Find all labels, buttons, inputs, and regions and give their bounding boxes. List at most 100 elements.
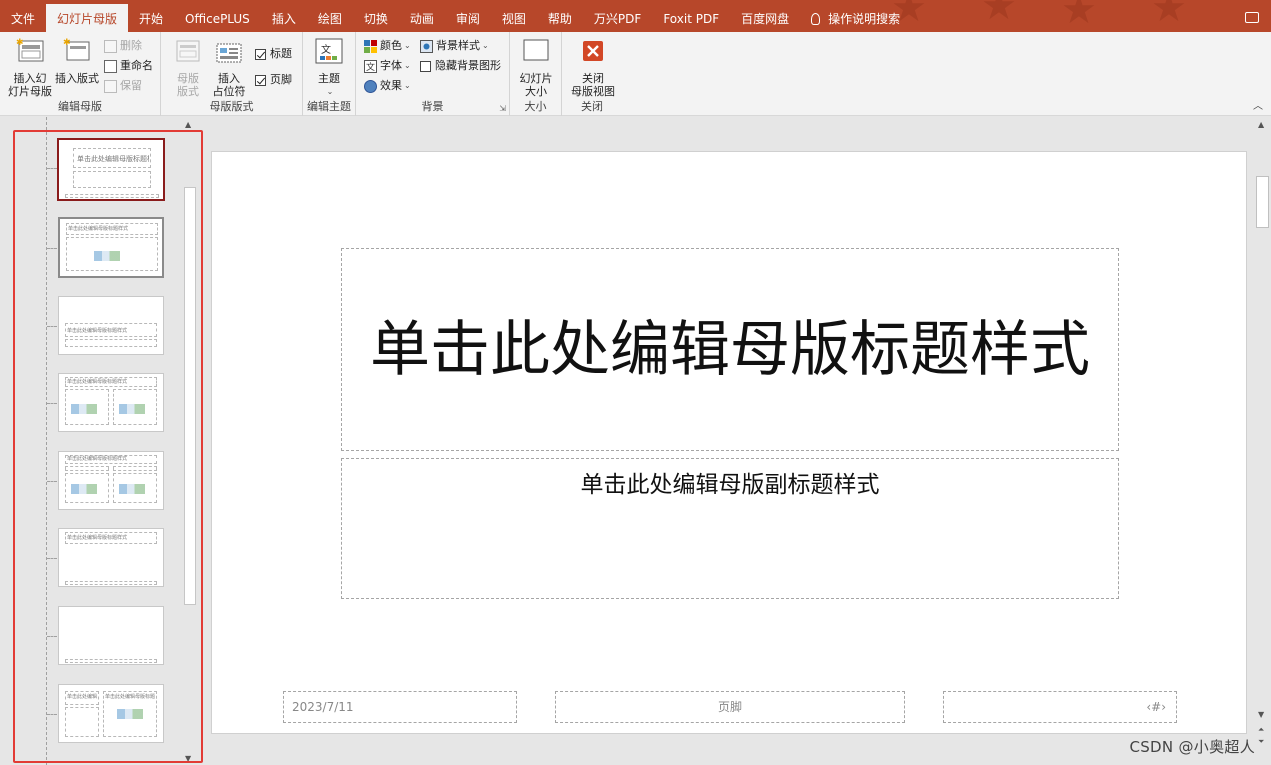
- title-checkbox[interactable]: 标题: [255, 46, 292, 62]
- watermark: CSDN @小奥超人: [1129, 738, 1255, 756]
- tab-baidu-netdisk[interactable]: 百度网盘: [730, 0, 800, 36]
- title-placeholder-text: 单击此处编辑母版标题样式: [370, 314, 1090, 385]
- next-slide-icon[interactable]: ⏷: [1258, 737, 1264, 747]
- slide-scrollbar-handle[interactable]: [1256, 176, 1269, 228]
- scroll-up-arrow-icon[interactable]: ▲: [185, 120, 191, 129]
- tab-help[interactable]: 帮助: [537, 0, 583, 36]
- themes-button[interactable]: 文 主题 ⌄: [309, 36, 349, 98]
- close-master-view-button[interactable]: 关闭 母版视图: [568, 36, 618, 98]
- thumbnail-scrollbar-handle[interactable]: [184, 187, 196, 605]
- tab-insert[interactable]: 插入: [261, 0, 307, 36]
- slide-number-placeholder[interactable]: ‹#›: [943, 691, 1177, 723]
- group-label-master-layout: 母版版式: [209, 100, 254, 113]
- thumbnail-slide-master[interactable]: 单击此处编辑母版标题样式: [57, 138, 165, 201]
- rename-button[interactable]: 重命名: [104, 58, 153, 74]
- master-layout-label: 母版 版式: [177, 72, 199, 98]
- delete-icon: [104, 39, 117, 53]
- subtitle-placeholder[interactable]: 单击此处编辑母版副标题样式: [341, 458, 1119, 599]
- insert-layout-button[interactable]: ✱ 插入版式: [54, 36, 100, 85]
- thumb-content-icons: [71, 484, 97, 494]
- thumbnail-layout-comparison[interactable]: 单击此处编辑母版标题样式: [58, 451, 164, 510]
- thumb-right-head: [113, 466, 157, 471]
- tell-me-label: 操作说明搜索: [828, 12, 901, 26]
- connector: [47, 481, 57, 482]
- thumb-subtitle-box: [73, 171, 151, 188]
- ribbon-display-options-icon[interactable]: [1245, 12, 1259, 23]
- thumbnail-pane: [0, 117, 204, 765]
- svg-text:✱: ✱: [16, 38, 24, 48]
- title-checkbox-label: 标题: [270, 47, 292, 60]
- tab-animations[interactable]: 动画: [399, 0, 445, 36]
- slide-vertical-scrollbar[interactable]: ▲ ▼ ⏶ ⏷: [1254, 117, 1271, 765]
- thumbnail-layout-blank[interactable]: [58, 606, 164, 665]
- insert-placeholder-button[interactable]: 插入 占位符: [208, 36, 250, 98]
- previous-slide-icon[interactable]: ⏶: [1258, 725, 1264, 735]
- subtitle-placeholder-text: 单击此处编辑母版副标题样式: [580, 472, 880, 498]
- thumb-content-icons: [119, 484, 145, 494]
- effects-icon: [364, 79, 377, 93]
- rename-label: 重命名: [120, 59, 153, 72]
- title-placeholder[interactable]: 单击此处编辑母版标题样式: [341, 248, 1119, 451]
- thumbnail-layout-title-only[interactable]: 单击此处编辑母版标题样式: [58, 528, 164, 587]
- effects-button[interactable]: 效果 ⌄: [364, 78, 411, 94]
- insert-placeholder-icon: [216, 43, 242, 63]
- themes-chevron-down-icon: ⌄: [326, 87, 334, 96]
- tab-wondershare-pdf[interactable]: 万兴PDF: [583, 0, 652, 36]
- preserve-label: 保留: [120, 79, 142, 92]
- group-background: 颜色 ⌄ 文 字体 ⌄ 效果 ⌄ 背景样式 ⌄ 隐藏背景图形 背景 ⇲: [356, 32, 510, 116]
- delete-button[interactable]: 删除: [104, 38, 142, 54]
- scroll-up-arrow-icon[interactable]: ▲: [1258, 120, 1264, 129]
- master-slide-canvas[interactable]: 单击此处编辑母版标题样式 单击此处编辑母版副标题样式 2023/7/11 页脚 …: [211, 151, 1247, 734]
- tell-me-search[interactable]: 操作说明搜索: [800, 0, 911, 36]
- ribbon-tabs: 文件 幻灯片母版 开始 OfficePLUS 插入 绘图 切换 动画 审阅 视图…: [0, 0, 911, 36]
- insert-slide-master-icon: ✱: [16, 38, 44, 62]
- connector: [47, 558, 57, 559]
- thumb-content-icons: [119, 404, 145, 414]
- thumb-layout-title: 单击此处编辑母版标题样式: [68, 226, 129, 232]
- hide-background-graphics-label: 隐藏背景图形: [435, 59, 501, 72]
- thumbnail-layout-title-content[interactable]: 单击此处编辑母版标题样式: [58, 217, 164, 278]
- thumbnail-layout-two-content[interactable]: 单击此处编辑母版标题样式: [58, 373, 164, 432]
- tab-officeplus[interactable]: OfficePLUS: [174, 0, 261, 36]
- connector: [47, 168, 57, 169]
- thumb-layout-title: 单击此处编辑母版标题样式: [67, 379, 128, 385]
- hide-background-graphics-checkbox[interactable]: 隐藏背景图形: [420, 58, 501, 74]
- scroll-down-arrow-icon[interactable]: ▼: [1258, 710, 1264, 719]
- connector: [47, 636, 57, 637]
- tab-file[interactable]: 文件: [0, 0, 46, 36]
- background-styles-button[interactable]: 背景样式 ⌄: [420, 38, 489, 54]
- tab-home[interactable]: 开始: [128, 0, 174, 36]
- collapse-ribbon-chevron-up-icon[interactable]: ︿: [1253, 97, 1263, 112]
- thumb-footer-box: [65, 659, 157, 663]
- preserve-button[interactable]: 保留: [104, 78, 142, 94]
- fonts-chevron-down-icon: ⌄: [404, 61, 411, 70]
- footer-checkbox[interactable]: 页脚: [255, 72, 292, 88]
- scroll-down-arrow-icon[interactable]: ▼: [185, 754, 191, 763]
- date-placeholder[interactable]: 2023/7/11: [283, 691, 517, 723]
- connector: [47, 248, 57, 249]
- background-dialog-launcher-icon[interactable]: ⇲: [499, 104, 506, 113]
- tab-view[interactable]: 视图: [491, 0, 537, 36]
- fonts-button[interactable]: 文 字体 ⌄: [364, 58, 411, 74]
- colors-button[interactable]: 颜色 ⌄: [364, 38, 411, 54]
- tab-review[interactable]: 审阅: [445, 0, 491, 36]
- thumbnail-layout-section-header[interactable]: 单击此处编辑母版标题样式: [58, 296, 164, 355]
- group-edit-master: ✱ 插入幻 灯片母版 ✱ 插入版式 删除 重命名 保留 编辑母版: [0, 32, 161, 116]
- slide-size-label: 幻灯片 大小: [519, 72, 553, 98]
- thumbnail-scrollbar[interactable]: ▲ ▼: [182, 117, 198, 765]
- footer-placeholder[interactable]: 页脚: [555, 691, 905, 723]
- thumbnail-layout-content-with-caption[interactable]: 单击此处编辑母版标题样式 单击此处编辑母版标题样式: [58, 684, 164, 743]
- insert-slide-master-button[interactable]: ✱ 插入幻 灯片母版: [6, 36, 54, 98]
- thumb-layout-title: 单击此处编辑母版标题样式: [67, 328, 128, 334]
- delete-label: 删除: [120, 39, 142, 52]
- tab-draw[interactable]: 绘图: [307, 0, 353, 36]
- connector: [47, 714, 57, 715]
- group-master-layout: 母版 版式 插入 占位符 标题 页脚 母版版式: [161, 32, 303, 116]
- tab-transitions[interactable]: 切换: [353, 0, 399, 36]
- thumb-footer-box: [65, 581, 157, 585]
- master-layout-button[interactable]: 母版 版式: [171, 36, 205, 98]
- tab-foxit-pdf[interactable]: Foxit PDF: [652, 0, 730, 36]
- thumb-content-icons: [117, 709, 143, 719]
- background-styles-chevron-down-icon: ⌄: [482, 41, 489, 50]
- slide-size-button[interactable]: 幻灯片 大小: [516, 36, 556, 98]
